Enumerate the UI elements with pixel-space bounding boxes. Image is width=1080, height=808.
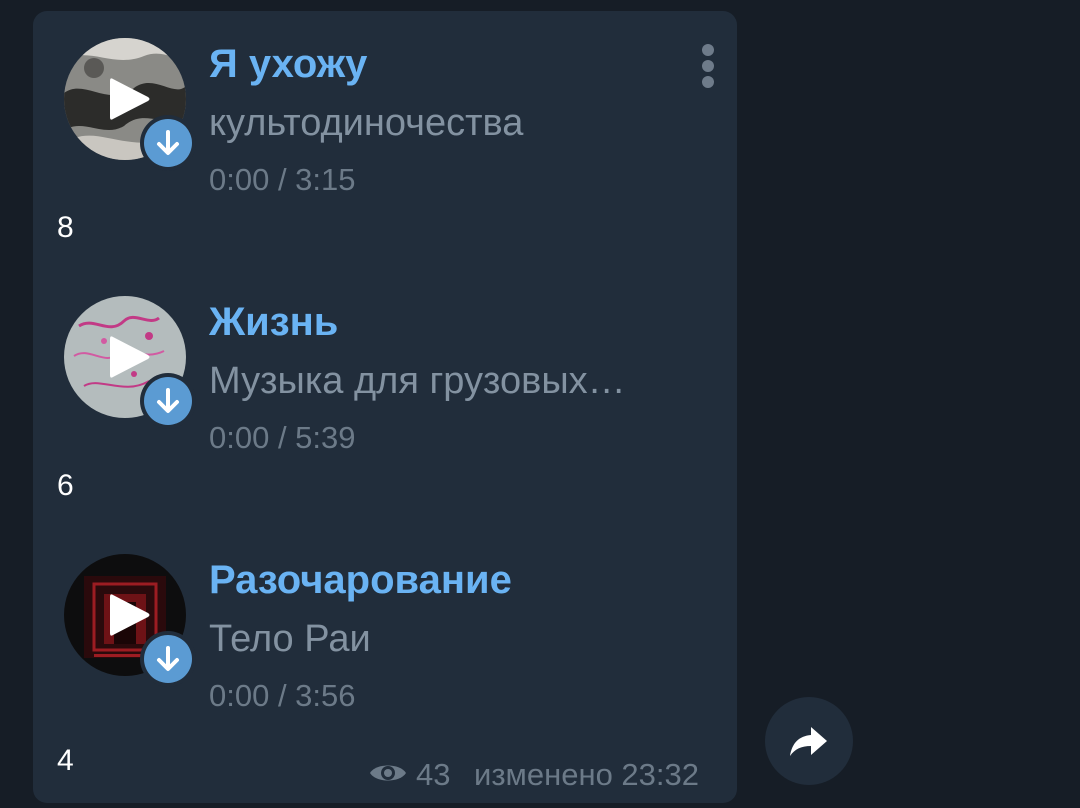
audio-track-item[interactable]: Жизнь Музыка для грузовых… 0:00 / 5:39 — [0, 258, 1080, 498]
track-artist: Музыка для грузовых… — [209, 360, 626, 402]
play-icon[interactable] — [107, 334, 151, 380]
download-button[interactable] — [140, 115, 196, 171]
eye-icon — [370, 765, 406, 781]
audio-track-item[interactable]: Я ухожу культодиночества 0:00 / 3:15 — [0, 0, 1080, 240]
track-count-label: 8 — [57, 211, 74, 244]
forward-button[interactable] — [765, 697, 853, 785]
download-button[interactable] — [140, 631, 196, 687]
play-icon[interactable] — [107, 592, 151, 638]
download-arrow-icon — [157, 130, 179, 155]
download-arrow-icon — [157, 388, 179, 413]
download-button[interactable] — [140, 373, 196, 429]
track-title: Жизнь — [209, 300, 339, 344]
track-duration: 0:00 / 5:39 — [209, 420, 356, 455]
track-title: Разочарование — [209, 558, 512, 602]
audio-track-item[interactable]: Разочарование Тело Раи 0:00 / 3:56 — [0, 516, 1080, 756]
share-forward-icon — [790, 727, 827, 756]
track-duration: 0:00 / 3:15 — [209, 162, 356, 197]
track-count-label: 4 — [57, 744, 74, 777]
track-title: Я ухожу — [209, 42, 368, 86]
track-duration: 0:00 / 3:56 — [209, 678, 356, 713]
edited-timestamp: изменено 23:32 — [474, 757, 699, 792]
track-artist: культодиночества — [209, 102, 524, 144]
track-count-label: 6 — [57, 469, 74, 502]
download-arrow-icon — [157, 646, 179, 671]
track-artist: Тело Раи — [209, 618, 371, 660]
view-count: 43 — [416, 757, 451, 792]
play-icon[interactable] — [107, 76, 151, 122]
